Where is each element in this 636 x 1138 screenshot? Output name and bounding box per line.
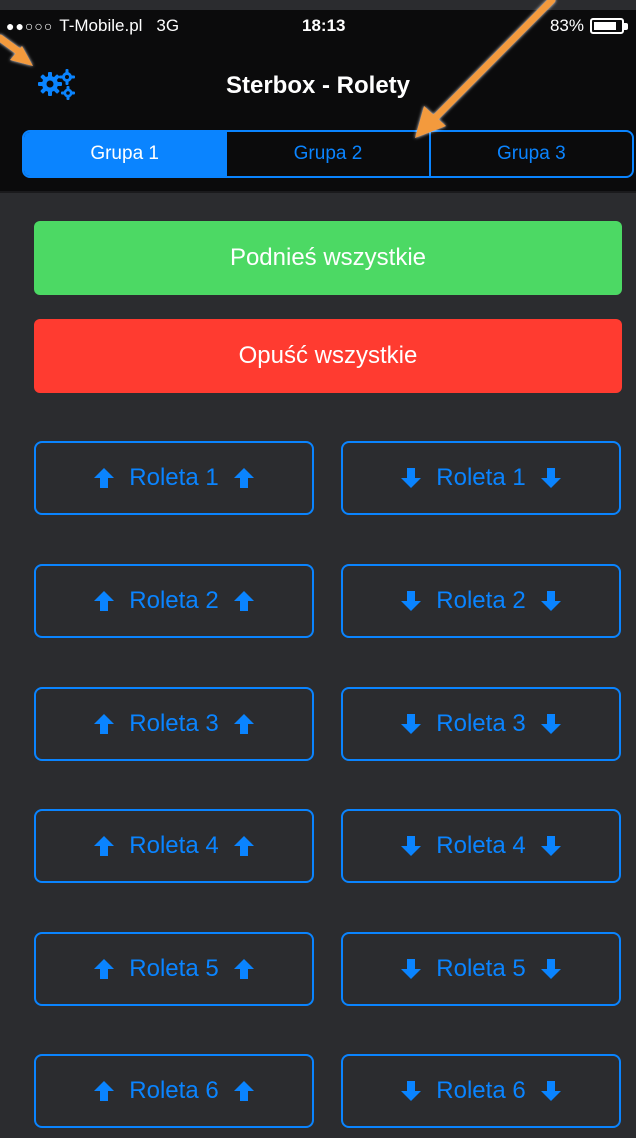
arrow-up-icon [94,714,115,734]
roleta-4-down-button[interactable]: Roleta 4 [341,809,621,883]
roleta-label: Roleta 5 [436,955,526,982]
signal-strength: ●●○○○ [6,18,54,34]
arrow-up-icon [94,1081,115,1101]
roleta-label: Roleta 2 [129,587,219,614]
arrow-down-icon [401,591,422,611]
arrow-up-icon [233,591,254,611]
arrow-down-icon [540,1081,561,1101]
status-bar: ●●○○○ T-Mobile.pl 3G 18:13 83% [0,14,636,42]
arrow-down-icon [401,714,422,734]
roleta-label: Roleta 3 [129,710,219,737]
arrow-up-icon [94,836,115,856]
roleta-3-up-button[interactable]: Roleta 3 [34,687,314,761]
roleta-4-up-button[interactable]: Roleta 4 [34,809,314,883]
lower-all-button[interactable]: Opuść wszystkie [34,319,622,393]
arrow-up-icon [94,591,115,611]
arrow-up-icon [233,1081,254,1101]
network-type: 3G [156,16,180,35]
arrow-down-icon [401,959,422,979]
arrow-down-icon [401,836,422,856]
roleta-2-down-button[interactable]: Roleta 2 [341,564,621,638]
roleta-2-up-button[interactable]: Roleta 2 [34,564,314,638]
arrow-down-icon [540,591,561,611]
roleta-5-down-button[interactable]: Roleta 5 [341,932,621,1006]
raise-all-button[interactable]: Podnieś wszystkie [34,221,622,295]
arrow-up-icon [94,468,115,488]
app-screen: ●●○○○ T-Mobile.pl 3G 18:13 83% Sterbox -… [0,0,636,1138]
arrow-up-icon [94,959,115,979]
clock: 18:13 [302,16,346,35]
roleta-3-down-button[interactable]: Roleta 3 [341,687,621,761]
arrow-up-icon [233,836,254,856]
roleta-6-down-button[interactable]: Roleta 6 [341,1054,621,1128]
battery-percent: 83% [549,16,584,35]
roleta-label: Roleta 1 [129,464,219,491]
tab-grupa-1[interactable]: Grupa 1 [24,132,228,176]
arrow-down-icon [540,714,561,734]
arrow-down-icon [401,1081,422,1101]
roleta-6-up-button[interactable]: Roleta 6 [34,1054,314,1128]
roleta-label: Roleta 6 [436,1077,526,1104]
carrier-name: T-Mobile.pl [59,16,143,35]
top-bar: ●●○○○ T-Mobile.pl 3G 18:13 83% Sterbox -… [0,10,636,193]
tab-grupa-3[interactable]: Grupa 3 [431,132,632,176]
arrow-up-icon [233,468,254,488]
roleta-label: Roleta 4 [129,832,219,859]
arrow-down-icon [540,959,561,979]
arrow-down-icon [540,468,561,488]
page-title: Sterbox - Rolety [225,72,411,99]
roleta-label: Roleta 3 [436,710,526,737]
roleta-label: Roleta 4 [436,832,526,859]
roleta-1-down-button[interactable]: Roleta 1 [341,441,621,515]
roleta-label: Roleta 6 [129,1077,219,1104]
roleta-1-up-button[interactable]: Roleta 1 [34,441,314,515]
arrow-down-icon [401,468,422,488]
arrow-up-icon [233,714,254,734]
roleta-label: Roleta 1 [436,464,526,491]
roleta-5-up-button[interactable]: Roleta 5 [34,932,314,1006]
roleta-label: Roleta 5 [129,955,219,982]
arrow-up-icon [233,959,254,979]
arrow-down-icon [540,836,561,856]
roleta-label: Roleta 2 [436,587,526,614]
group-segmented-control: Grupa 1 Grupa 2 Grupa 3 [22,130,634,178]
battery-icon [590,18,628,34]
tab-grupa-2[interactable]: Grupa 2 [227,132,431,176]
